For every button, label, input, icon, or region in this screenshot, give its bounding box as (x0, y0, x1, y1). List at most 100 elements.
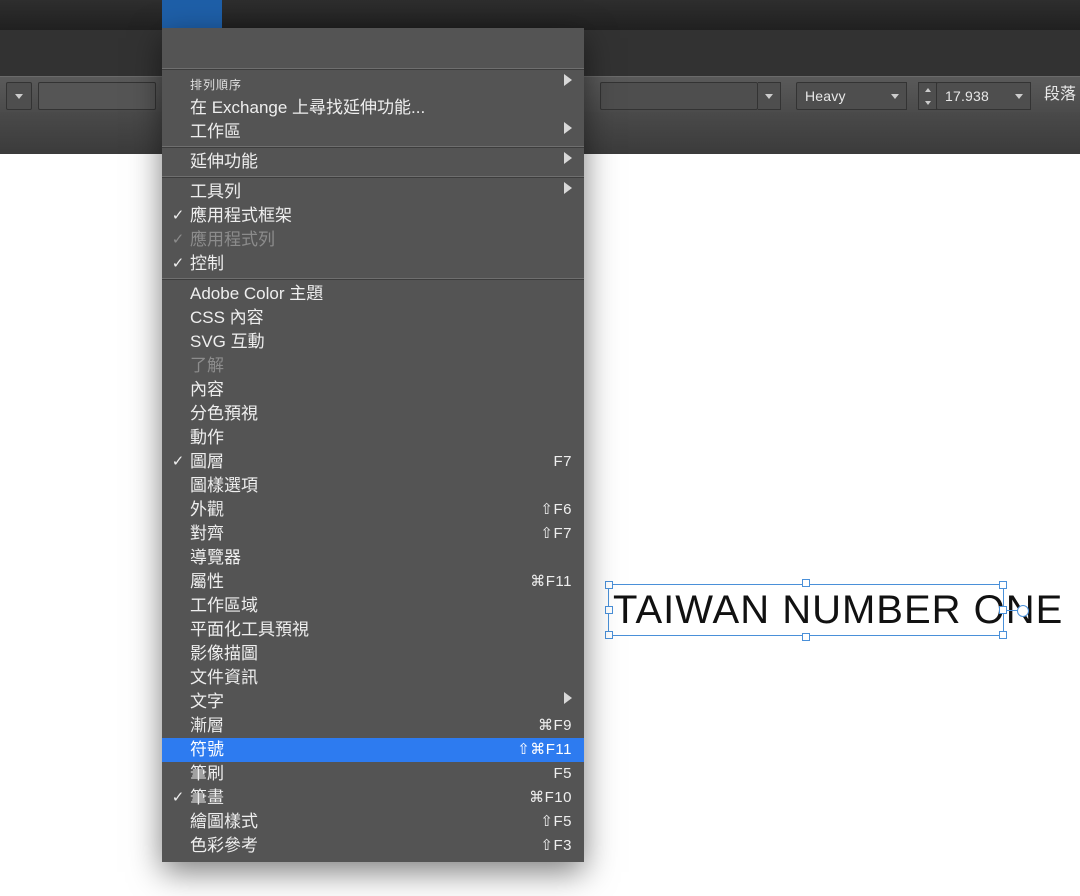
submenu-arrow-icon (564, 74, 572, 86)
handle-bottom-left[interactable] (605, 631, 613, 639)
opt-paragraph-label[interactable]: 段落 (1044, 82, 1076, 108)
check-icon: ✓ (170, 228, 186, 252)
active-menu-tab[interactable] (162, 0, 222, 30)
menu-label: 導覽器 (190, 548, 241, 567)
shortcut-label: F5 (553, 762, 572, 786)
submenu-arrow-icon (564, 182, 572, 194)
menu-label: 控制 (190, 254, 224, 273)
menu-label: 外觀 (190, 500, 224, 519)
submenu-arrow-icon (564, 122, 572, 134)
opt-field-1[interactable] (38, 82, 156, 110)
menu-label: Adobe Color 主題 (190, 284, 323, 303)
menu-item-css[interactable]: CSS 內容 (162, 306, 584, 330)
menu-label: 內容 (190, 380, 224, 399)
menu-label: 排列順序 (190, 78, 242, 92)
menu-item-gradient[interactable]: 漸層 ⌘F9 (162, 714, 584, 738)
menu-label: 繪圖樣式 (190, 812, 258, 831)
menu-label: 平面化工具預視 (190, 620, 309, 639)
menu-label: 在 Exchange 上尋找延伸功能... (190, 98, 425, 117)
menu-label: 延伸功能 (190, 152, 258, 171)
check-icon: ✓ (170, 786, 186, 810)
stepper-up-icon[interactable] (919, 83, 937, 96)
menu-label: 筆刷 (190, 764, 224, 783)
text-content[interactable]: TAIWAN NUMBER ONE (609, 585, 1003, 635)
check-icon: ✓ (170, 252, 186, 276)
opt-font-size-field[interactable]: 17.938 (936, 82, 1010, 110)
opt-dropdown-small[interactable] (6, 82, 32, 110)
shortcut-label: ⇧F5 (540, 810, 572, 834)
menu-item-attributes[interactable]: 屬性 ⌘F11 (162, 570, 584, 594)
opt-font-weight-arrow[interactable] (884, 82, 907, 110)
text-frame[interactable]: TAIWAN NUMBER ONE (608, 584, 1004, 636)
menu-label: 分色預視 (190, 404, 258, 423)
menu-item-artboards[interactable]: 工作區域 (162, 594, 584, 618)
menu-item-layers[interactable]: ✓ 圖層 F7 (162, 450, 584, 474)
menu-item-appearance[interactable]: 外觀 ⇧F6 (162, 498, 584, 522)
menu-item-graphic-styles[interactable]: 繪圖樣式 ⇧F5 (162, 810, 584, 834)
text-outport[interactable] (1017, 605, 1029, 617)
menu-label: 圖樣選項 (190, 476, 258, 495)
menu-item-brushes[interactable]: 筆刷 F5 (162, 762, 584, 786)
shortcut-label: ⇧F6 (540, 498, 572, 522)
shortcut-label: ⌘F11 (530, 570, 572, 594)
menu-item-align[interactable]: 對齊 ⇧F7 (162, 522, 584, 546)
menu-label: 圖層 (190, 452, 224, 471)
menu-label: 屬性 (190, 572, 224, 591)
menu-item-image-trace[interactable]: 影像描圖 (162, 642, 584, 666)
menu-label: 筆畫 (190, 788, 224, 807)
opt-font-family-field[interactable] (600, 82, 758, 110)
menu-item-app-frame[interactable]: ✓ 應用程式框架 (162, 204, 584, 228)
menu-label: 文字 (190, 692, 224, 711)
opt-font-size-stepper[interactable] (918, 82, 937, 110)
menu-item-actions[interactable]: 動作 (162, 426, 584, 450)
menu-item-content[interactable]: 內容 (162, 378, 584, 402)
handle-bottom-right[interactable] (999, 631, 1007, 639)
menu-item-type[interactable]: 文字 (162, 690, 584, 714)
menu-label: 影像描圖 (190, 644, 258, 663)
menu-item-sep-preview[interactable]: 分色預視 (162, 402, 584, 426)
menu-item-extensions[interactable]: 延伸功能 (162, 150, 584, 174)
menu-item-pattern-options[interactable]: 圖樣選項 (162, 474, 584, 498)
menu-label: CSS 內容 (190, 308, 264, 327)
shortcut-label: ⇧⌘F11 (517, 738, 572, 762)
menu-label: 工作區域 (190, 596, 258, 615)
menu-item-app-bar: ✓ 應用程式列 (162, 228, 584, 252)
menu-item-strokes[interactable]: ✓ 筆畫 ⌘F10 (162, 786, 584, 810)
menu-item-exchange[interactable]: 在 Exchange 上尋找延伸功能... (162, 96, 584, 120)
menu-item-svg[interactable]: SVG 互動 (162, 330, 584, 354)
menu-item-about: 了解 (162, 354, 584, 378)
menu-item-workspace[interactable]: 工作區 (162, 120, 584, 144)
menu-label: 色彩參考 (190, 836, 258, 855)
handle-mid-left[interactable] (605, 606, 613, 614)
submenu-arrow-icon (564, 692, 572, 704)
submenu-arrow-icon (564, 152, 572, 164)
menu-item-arrange[interactable]: 排列順序 (162, 72, 584, 96)
menu-item-navigator[interactable]: 導覽器 (162, 546, 584, 570)
handle-top-left[interactable] (605, 581, 613, 589)
menu-label: 了解 (190, 356, 224, 375)
menu-label: 應用程式框架 (190, 206, 292, 225)
opt-font-size-arrow[interactable] (1008, 82, 1031, 110)
handle-top-right[interactable] (999, 581, 1007, 589)
window-menu-dropdown: 排列順序 在 Exchange 上尋找延伸功能... 工作區 延伸功能 工具列 … (162, 28, 584, 862)
handle-mid-right[interactable] (999, 606, 1007, 614)
stepper-down-icon[interactable] (919, 96, 937, 109)
handle-bottom-mid[interactable] (802, 633, 810, 641)
shortcut-label: ⌘F9 (538, 714, 572, 738)
menu-item-toolbar[interactable]: 工具列 (162, 180, 584, 204)
menubar[interactable] (0, 0, 1080, 31)
check-icon: ✓ (170, 204, 186, 228)
menu-item-control[interactable]: ✓ 控制 (162, 252, 584, 276)
menu-item-adobe-color[interactable]: Adobe Color 主題 (162, 282, 584, 306)
menu-label: 對齊 (190, 524, 224, 543)
menu-item-flattener[interactable]: 平面化工具預視 (162, 618, 584, 642)
menu-item-glyphs[interactable]: 符號 ⇧⌘F11 (162, 738, 584, 762)
opt-font-family-arrow[interactable] (758, 82, 781, 110)
opt-font-weight-field[interactable]: Heavy (796, 82, 886, 110)
menu-item-doc-info[interactable]: 文件資訊 (162, 666, 584, 690)
handle-top-mid[interactable] (802, 579, 810, 587)
menu-item-color-guide[interactable]: 色彩參考 ⇧F3 (162, 834, 584, 858)
shortcut-label: ⇧F7 (540, 522, 572, 546)
menu-label: 符號 (190, 740, 224, 759)
menu-label: 工具列 (190, 182, 241, 201)
